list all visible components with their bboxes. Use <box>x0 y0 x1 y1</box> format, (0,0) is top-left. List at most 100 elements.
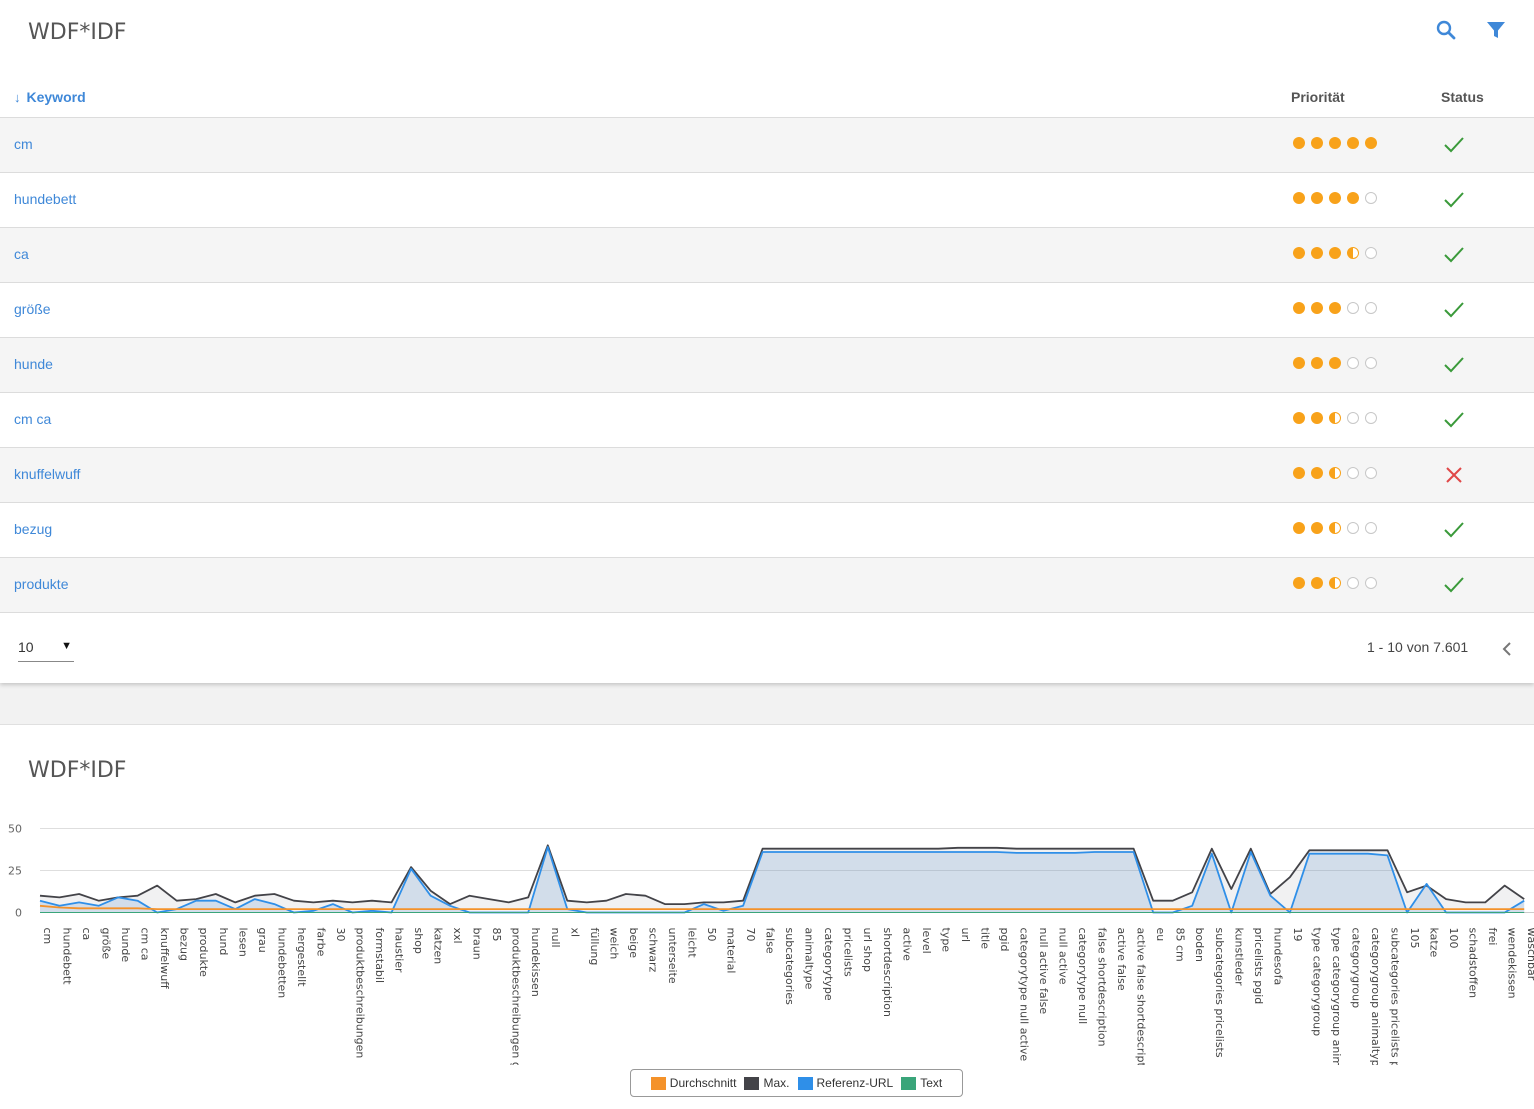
table-row[interactable]: hundebett <box>0 173 1534 228</box>
priority-dot-empty-icon <box>1365 467 1377 479</box>
x-tick-label: material <box>725 928 738 974</box>
table-body: cm hundebett ca größe hunde cm ca knuffelwuff b… <box>0 118 1534 613</box>
priority-dot-empty-icon <box>1347 467 1359 479</box>
search-button[interactable] <box>1434 18 1458 42</box>
x-tick-label: subcategories pricelists pgid <box>1389 928 1402 1066</box>
legend-swatch <box>744 1076 760 1090</box>
x-tick-label: categorygroup <box>1350 928 1363 1009</box>
keyword-link[interactable]: cm ca <box>14 411 51 427</box>
x-tick-label: shortdescription <box>881 928 894 1017</box>
x-tick-label: waschbar <box>1525 928 1534 981</box>
x-tick-label: leicht <box>686 928 699 959</box>
table-row[interactable]: cm <box>0 118 1534 173</box>
x-tick-label: null active <box>1057 928 1070 985</box>
table-row[interactable]: cm ca <box>0 393 1534 448</box>
dropdown-caret-icon: ▼ <box>61 640 72 652</box>
table-row[interactable]: hunde <box>0 338 1534 393</box>
x-tick-label: bezug <box>178 928 191 961</box>
page-size-select[interactable]: 10 ▼ <box>18 636 74 662</box>
sort-arrow-down-icon: ↓ <box>14 89 21 105</box>
x-tick-label: hundebetten <box>275 928 288 999</box>
x-tick-label: false <box>764 928 777 954</box>
x-tick-label: pgid <box>998 928 1011 952</box>
priority-dot-full-icon <box>1347 137 1359 149</box>
x-tick-label: shop <box>412 928 425 954</box>
x-tick-label: hundebett <box>61 928 74 986</box>
x-tick-label: url shop <box>861 928 874 972</box>
legend-item[interactable]: Referenz-URL <box>797 1076 894 1090</box>
priority-dot-full-icon <box>1311 357 1323 369</box>
keyword-link[interactable]: hunde <box>14 356 53 372</box>
priority-dot-full-icon <box>1311 192 1323 204</box>
legend-label: Referenz-URL <box>816 1076 894 1090</box>
table-row[interactable]: produkte <box>0 558 1534 613</box>
priority-dot-empty-icon <box>1347 577 1359 589</box>
legend-item[interactable]: Durchschnitt <box>650 1076 736 1090</box>
wdf-idf-chart-card: WDF*IDF 0 25 50 cm hundebett ca größe hunde cm c… <box>0 724 1534 1109</box>
priority-rating <box>1293 577 1377 589</box>
priority-dot-empty-icon <box>1365 412 1377 424</box>
x-tick-label: active <box>900 928 913 962</box>
x-tick-label: farbe <box>314 928 327 957</box>
x-tick-label: categorytype <box>822 928 835 1001</box>
keyword-table-card: WDF*IDF ↓ Keyword Priorität Status cm hun… <box>0 0 1534 683</box>
priority-dot-full-icon <box>1293 357 1305 369</box>
column-header-keyword[interactable]: ↓ Keyword <box>14 89 86 105</box>
priority-dot-full-icon <box>1311 302 1323 314</box>
table-header: ↓ Keyword Priorität Status <box>0 78 1534 118</box>
keyword-link[interactable]: cm <box>14 136 33 152</box>
filter-button[interactable] <box>1484 18 1508 42</box>
priority-dot-empty-icon <box>1365 192 1377 204</box>
x-tick-label: lesen <box>236 928 249 957</box>
priority-rating <box>1293 357 1377 369</box>
x-tick-label: wendekissen <box>1506 928 1519 999</box>
x-tick-label: hundekissen <box>529 928 542 997</box>
pagination-info: 1 - 10 von 7.601 <box>1367 639 1469 655</box>
x-tick-label: type <box>939 928 952 953</box>
legend-item[interactable]: Text <box>901 1076 942 1090</box>
priority-rating <box>1293 137 1377 149</box>
x-tick-label: braun <box>471 928 484 960</box>
legend-swatch <box>650 1076 666 1090</box>
priority-dot-full-icon <box>1311 412 1323 424</box>
table-row[interactable]: größe <box>0 283 1534 338</box>
priority-rating <box>1293 412 1377 424</box>
checkmark-icon <box>1443 135 1465 155</box>
priority-dot-empty-icon <box>1347 357 1359 369</box>
keyword-link[interactable]: größe <box>14 301 51 317</box>
table-row[interactable]: bezug <box>0 503 1534 558</box>
previous-page-button[interactable] <box>1498 638 1516 660</box>
x-tick-label: categorytype null active <box>1018 928 1031 1062</box>
keyword-link[interactable]: ca <box>14 246 29 262</box>
x-tick-label: schwarz <box>646 928 659 973</box>
x-tick-label: kunstleder <box>1232 928 1245 987</box>
checkmark-icon <box>1443 190 1465 210</box>
x-tick-label: boden <box>1193 928 1206 962</box>
priority-dot-half-icon <box>1329 577 1341 589</box>
priority-dot-full-icon <box>1329 247 1341 259</box>
x-tick-label: 85 <box>490 928 503 942</box>
priority-dot-full-icon <box>1365 137 1377 149</box>
legend-item[interactable]: Max. <box>744 1076 790 1090</box>
y-tick-label: 0 <box>15 907 22 920</box>
table-row[interactable]: knuffelwuff <box>0 448 1534 503</box>
y-tick-label: 25 <box>8 865 22 878</box>
keyword-link[interactable]: bezug <box>14 521 52 537</box>
x-tick-label: 105 <box>1408 928 1421 949</box>
keyword-link[interactable]: produkte <box>14 576 68 592</box>
keyword-link[interactable]: knuffelwuff <box>14 466 80 482</box>
x-tick-label: 100 <box>1447 928 1460 949</box>
x-tick-label: null active false <box>1037 928 1050 1015</box>
priority-dot-empty-icon <box>1347 522 1359 534</box>
priority-dot-full-icon <box>1293 412 1305 424</box>
priority-dot-full-icon <box>1329 302 1341 314</box>
priority-dot-empty-icon <box>1365 357 1377 369</box>
table-card-title: WDF*IDF <box>28 20 127 45</box>
x-tick-label: knuffelwuff <box>158 928 171 990</box>
keyword-link[interactable]: hundebett <box>14 191 76 207</box>
x-tick-label: xl <box>568 928 581 938</box>
x-tick-label: produktbeschreibungen größe <box>510 928 523 1066</box>
table-row[interactable]: ca <box>0 228 1534 283</box>
x-tick-label: 85 cm <box>1174 928 1187 962</box>
chart-card-title: WDF*IDF <box>28 758 127 783</box>
